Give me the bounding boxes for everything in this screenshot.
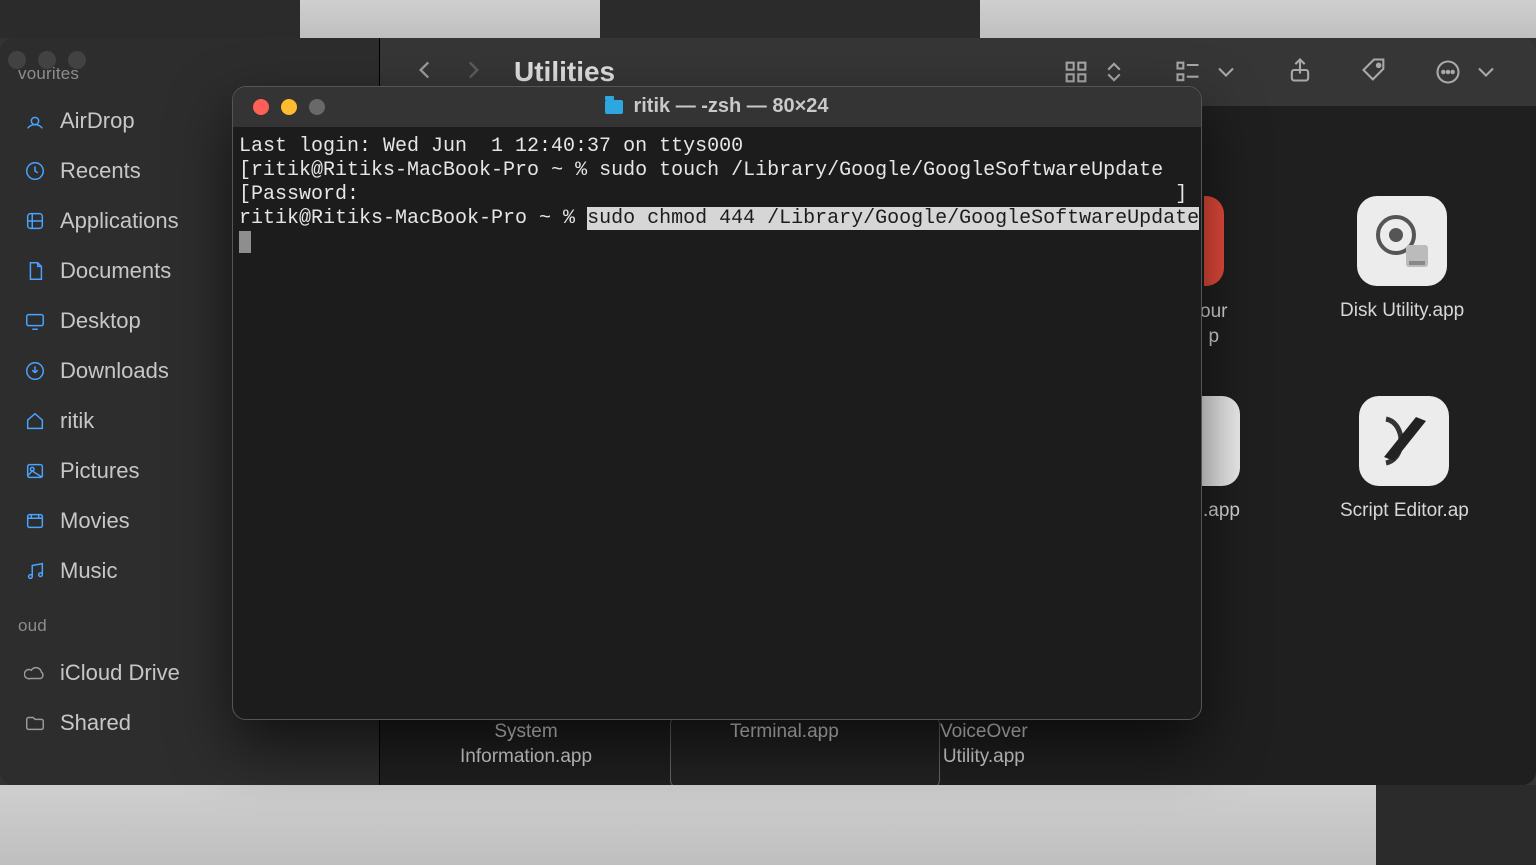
app-tile-icon xyxy=(1200,396,1240,486)
sidebar-item-label: Downloads xyxy=(60,358,169,384)
finder-traffic-lights[interactable] xyxy=(8,51,86,69)
app-label: VoiceOverUtility.app xyxy=(940,720,1028,769)
app-label: .app xyxy=(1203,500,1240,522)
sidebar-item-label: Music xyxy=(60,558,117,584)
terminal-selection: sudo chmod 444 /Library/Google/GoogleSof… xyxy=(587,207,1199,230)
desktop-icon xyxy=(24,310,46,332)
music-icon xyxy=(24,560,46,582)
nav-forward-button[interactable] xyxy=(460,57,486,88)
terminal-cursor xyxy=(239,231,251,253)
cloud-icon xyxy=(24,662,46,684)
groupby-button[interactable] xyxy=(1174,58,1240,86)
view-icon-grid[interactable] xyxy=(1062,58,1128,86)
movies-icon xyxy=(24,510,46,532)
sidebar-item-label: Recents xyxy=(60,158,141,184)
app-label: Script Editor.ap xyxy=(1340,500,1469,522)
minimize-button[interactable] xyxy=(281,99,297,115)
app-label: Disk Utility.app xyxy=(1340,300,1464,322)
app-disk-utility[interactable]: Disk Utility.app xyxy=(1340,196,1464,322)
tags-button[interactable] xyxy=(1360,56,1388,89)
app-script-editor[interactable]: Script Editor.ap xyxy=(1340,396,1469,522)
sidebar-item-label: ritik xyxy=(60,408,94,434)
folder-icon xyxy=(605,100,623,114)
terminal-output[interactable]: Last login: Wed Jun 1 12:40:37 on ttys00… xyxy=(233,127,1201,266)
disk-utility-icon xyxy=(1357,196,1447,286)
app-obscured-2[interactable]: .app xyxy=(1200,396,1240,522)
downloads-icon xyxy=(24,360,46,382)
app-obscured-1[interactable]: ourp xyxy=(1200,196,1227,349)
app-label: ourp xyxy=(1200,300,1227,349)
app-terminal[interactable]: Terminal.app xyxy=(730,720,839,745)
desktop-wallpaper-top xyxy=(0,0,1536,38)
terminal-title: ritik — -zsh — 80×24 xyxy=(233,95,1201,118)
app-tile-icon xyxy=(1204,196,1224,286)
app-voiceover-utility[interactable]: VoiceOverUtility.app xyxy=(940,720,1028,769)
terminal-traffic-lights[interactable] xyxy=(253,99,325,115)
app-label: Terminal.app xyxy=(730,720,839,745)
app-system-information[interactable]: SystemInformation.app xyxy=(460,720,592,769)
terminal-window[interactable]: ritik — -zsh — 80×24 Last login: Wed Jun… xyxy=(232,86,1202,720)
sidebar-item-label: iCloud Drive xyxy=(60,660,180,686)
desktop-wallpaper-bottom xyxy=(0,785,1536,865)
finder-title: Utilities xyxy=(514,56,615,88)
nav-back-button[interactable] xyxy=(412,57,438,88)
close-button[interactable] xyxy=(253,99,269,115)
sidebar-item-label: Documents xyxy=(60,258,171,284)
sidebar-item-label: Applications xyxy=(60,208,179,234)
sidebar-item-label: Pictures xyxy=(60,458,139,484)
app-label: SystemInformation.app xyxy=(460,720,592,769)
documents-icon xyxy=(24,260,46,282)
sidebar-item-label: Desktop xyxy=(60,308,141,334)
share-button[interactable] xyxy=(1286,56,1314,89)
zoom-button[interactable] xyxy=(309,99,325,115)
sidebar-item-label: Movies xyxy=(60,508,130,534)
sidebar-item-label: Shared xyxy=(60,710,131,736)
actions-button[interactable] xyxy=(1434,58,1500,86)
script-editor-icon xyxy=(1359,396,1449,486)
clock-icon xyxy=(24,160,46,182)
pictures-icon xyxy=(24,460,46,482)
shared-folder-icon xyxy=(24,712,46,734)
applications-icon xyxy=(24,210,46,232)
sidebar-item-label: AirDrop xyxy=(60,108,135,134)
home-icon xyxy=(24,410,46,432)
terminal-titlebar[interactable]: ritik — -zsh — 80×24 xyxy=(233,87,1201,127)
airdrop-icon xyxy=(24,110,46,132)
